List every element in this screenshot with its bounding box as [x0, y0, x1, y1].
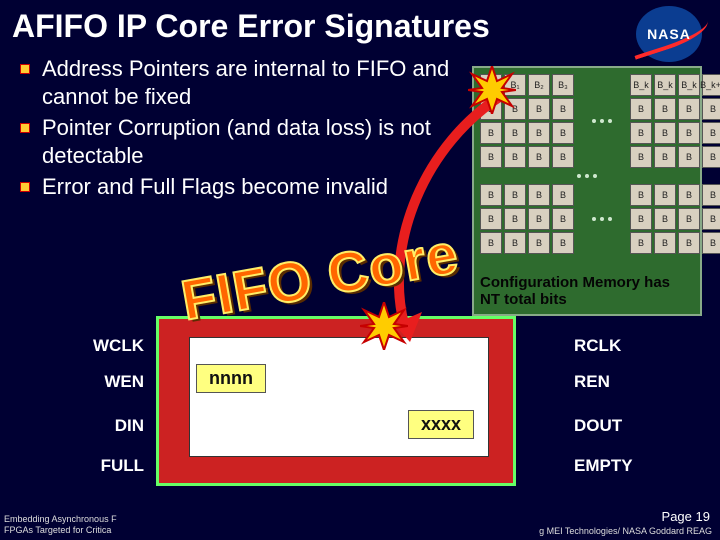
- mem-cell: B: [678, 146, 700, 168]
- port-wen-label: WEN: [74, 372, 144, 392]
- mem-cell: B: [678, 98, 700, 120]
- mem-cell: B: [702, 122, 720, 144]
- mem-cell: B₂: [528, 74, 550, 96]
- mem-cell: B: [678, 122, 700, 144]
- mem-cell: B: [528, 98, 550, 120]
- mem-cell: B_k: [630, 74, 652, 96]
- mem-cell: B: [528, 122, 550, 144]
- mem-cell: B: [480, 146, 502, 168]
- port-din-label: DIN: [74, 416, 144, 436]
- port-rclk-label: RCLK: [574, 336, 644, 356]
- ellipsis-icon: [592, 74, 612, 168]
- nasa-logo: NASA: [636, 6, 706, 66]
- bullet-text: Pointer Corruption (and data loss) is no…: [42, 114, 462, 169]
- mem-cell: B: [654, 146, 676, 168]
- mem-cell: B: [702, 232, 720, 254]
- data-in-value: nnnn: [196, 364, 266, 393]
- mem-cell: B: [504, 232, 526, 254]
- mem-cell: B: [528, 146, 550, 168]
- mem-cell: B: [678, 208, 700, 230]
- strike-starburst-icon: [468, 66, 516, 114]
- port-empty-label: EMPTY: [574, 456, 644, 476]
- mem-cell: B: [654, 232, 676, 254]
- mem-cell: B: [552, 184, 574, 206]
- slide-title: AFIFO IP Core Error Signatures: [0, 0, 720, 49]
- mem-cell: B: [654, 208, 676, 230]
- mem-cell: B: [630, 146, 652, 168]
- mem-cell: B: [480, 208, 502, 230]
- fifo-block-diagram: WCLK WEN DIN FULL RCLK REN DOUT EMPTY nn…: [72, 316, 632, 496]
- mem-cell: B: [504, 122, 526, 144]
- mem-cell: B: [528, 208, 550, 230]
- mem-cell: B: [552, 98, 574, 120]
- port-ren-label: REN: [574, 372, 644, 392]
- port-full-label: FULL: [74, 456, 144, 476]
- mem-cell: B: [504, 184, 526, 206]
- mem-cell: B: [528, 184, 550, 206]
- footer-left-line: Embedding Asynchronous F: [4, 514, 117, 525]
- page-number-value: 19: [696, 509, 710, 524]
- mem-cell: B: [504, 208, 526, 230]
- port-wclk-label: WCLK: [74, 336, 144, 356]
- mem-cell: B_k: [654, 74, 676, 96]
- mem-cell: B: [678, 184, 700, 206]
- mem-cell: B_k+3: [702, 74, 720, 96]
- mem-cell: B: [678, 232, 700, 254]
- fifo-inner-box: [189, 337, 489, 457]
- mem-cell: B: [702, 98, 720, 120]
- mem-cell: B: [702, 146, 720, 168]
- mem-cell: B: [480, 232, 502, 254]
- ellipsis-icon: [592, 184, 612, 254]
- mem-cell: B: [654, 184, 676, 206]
- mem-cell: B: [552, 122, 574, 144]
- mem-cell: B: [654, 122, 676, 144]
- mem-caption: Configuration Memory has NT total bits: [480, 274, 694, 309]
- footer-left: Embedding Asynchronous F FPGAs Targeted …: [4, 514, 117, 536]
- mem-cell: B: [552, 146, 574, 168]
- bullet-text: Error and Full Flags become invalid: [42, 173, 388, 201]
- port-dout-label: DOUT: [574, 416, 644, 436]
- mem-cell: B: [480, 184, 502, 206]
- footer-left-line: FPGAs Targeted for Critica: [4, 525, 117, 536]
- mem-cell: B: [630, 122, 652, 144]
- fifo-outer-box: [156, 316, 516, 486]
- mem-cell: B: [552, 232, 574, 254]
- mem-cell: B: [480, 122, 502, 144]
- mem-cell: B_k: [678, 74, 700, 96]
- strike-starburst-icon: [360, 302, 408, 350]
- bullet-icon: [20, 182, 30, 192]
- bullet-icon: [20, 123, 30, 133]
- nasa-logo-text: NASA: [647, 26, 691, 42]
- data-out-value: xxxx: [408, 410, 474, 439]
- page-number: Page 19: [662, 509, 710, 524]
- bullet-icon: [20, 64, 30, 74]
- mem-cell: B: [702, 208, 720, 230]
- mem-cell: B: [654, 98, 676, 120]
- mem-cell: B: [504, 146, 526, 168]
- ellipsis-icon: [480, 168, 694, 184]
- mem-cell: B: [702, 184, 720, 206]
- mem-cell: B: [528, 232, 550, 254]
- mem-cell: B: [552, 208, 574, 230]
- mem-block-top-right: B_k B_k B_k B_k+3 B B B B B B B B B B B …: [630, 74, 720, 168]
- mem-cell: B: [630, 98, 652, 120]
- bullet-text: Address Pointers are internal to FIFO an…: [42, 55, 462, 110]
- mem-block-bot-right: B B B B B B B B B B B B: [630, 184, 720, 254]
- mem-cell: B: [630, 232, 652, 254]
- page-label: Page: [662, 509, 692, 524]
- mem-cell: B: [630, 184, 652, 206]
- mem-block-bot-left: B B B B B B B B B B B B: [480, 184, 574, 254]
- mem-cell: B: [630, 208, 652, 230]
- footer-right: g MEI Technologies/ NASA Goddard REAG: [539, 526, 712, 536]
- mem-cell: B₃: [552, 74, 574, 96]
